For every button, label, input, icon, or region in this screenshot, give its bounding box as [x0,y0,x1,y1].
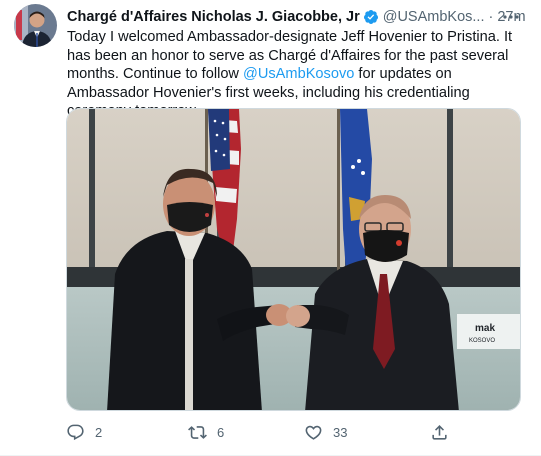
tweet-photo[interactable]: mak KOSOVO [66,108,521,411]
retweet-button[interactable]: 6 [188,418,224,446]
photo-image: mak KOSOVO [67,109,520,410]
more-icon[interactable] [501,10,521,24]
share-button[interactable] [430,418,449,446]
like-count: 33 [333,424,348,440]
author-handle[interactable]: @USAmbKos... [383,9,485,25]
retweet-icon [188,425,207,439]
share-icon [432,424,447,440]
retweet-count: 6 [217,424,225,440]
reply-icon [67,424,84,440]
author-name[interactable]: Chargé d'Affaires Nicholas J. Giacobbe, … [67,9,360,25]
separator-dot: · [488,9,494,25]
sign-text: mak [475,323,495,334]
tweet[interactable]: Chargé d'Affaires Nicholas J. Giacobbe, … [0,0,541,456]
reply-button[interactable]: 2 [66,418,102,446]
like-button[interactable]: 33 [304,418,347,446]
action-bar: 2 6 33 [58,418,458,446]
reply-count: 2 [95,424,103,440]
verified-badge-icon [363,10,378,24]
svg-text:KOSOVO: KOSOVO [469,338,495,344]
avatar[interactable] [14,4,57,47]
like-icon [305,425,322,440]
mention-link[interactable]: @UsAmbKosovo [243,66,354,82]
tweet-header: Chargé d'Affaires Nicholas J. Giacobbe, … [67,6,526,28]
tweet-text: Today I welcomed Ambassador-designate Je… [67,28,529,121]
